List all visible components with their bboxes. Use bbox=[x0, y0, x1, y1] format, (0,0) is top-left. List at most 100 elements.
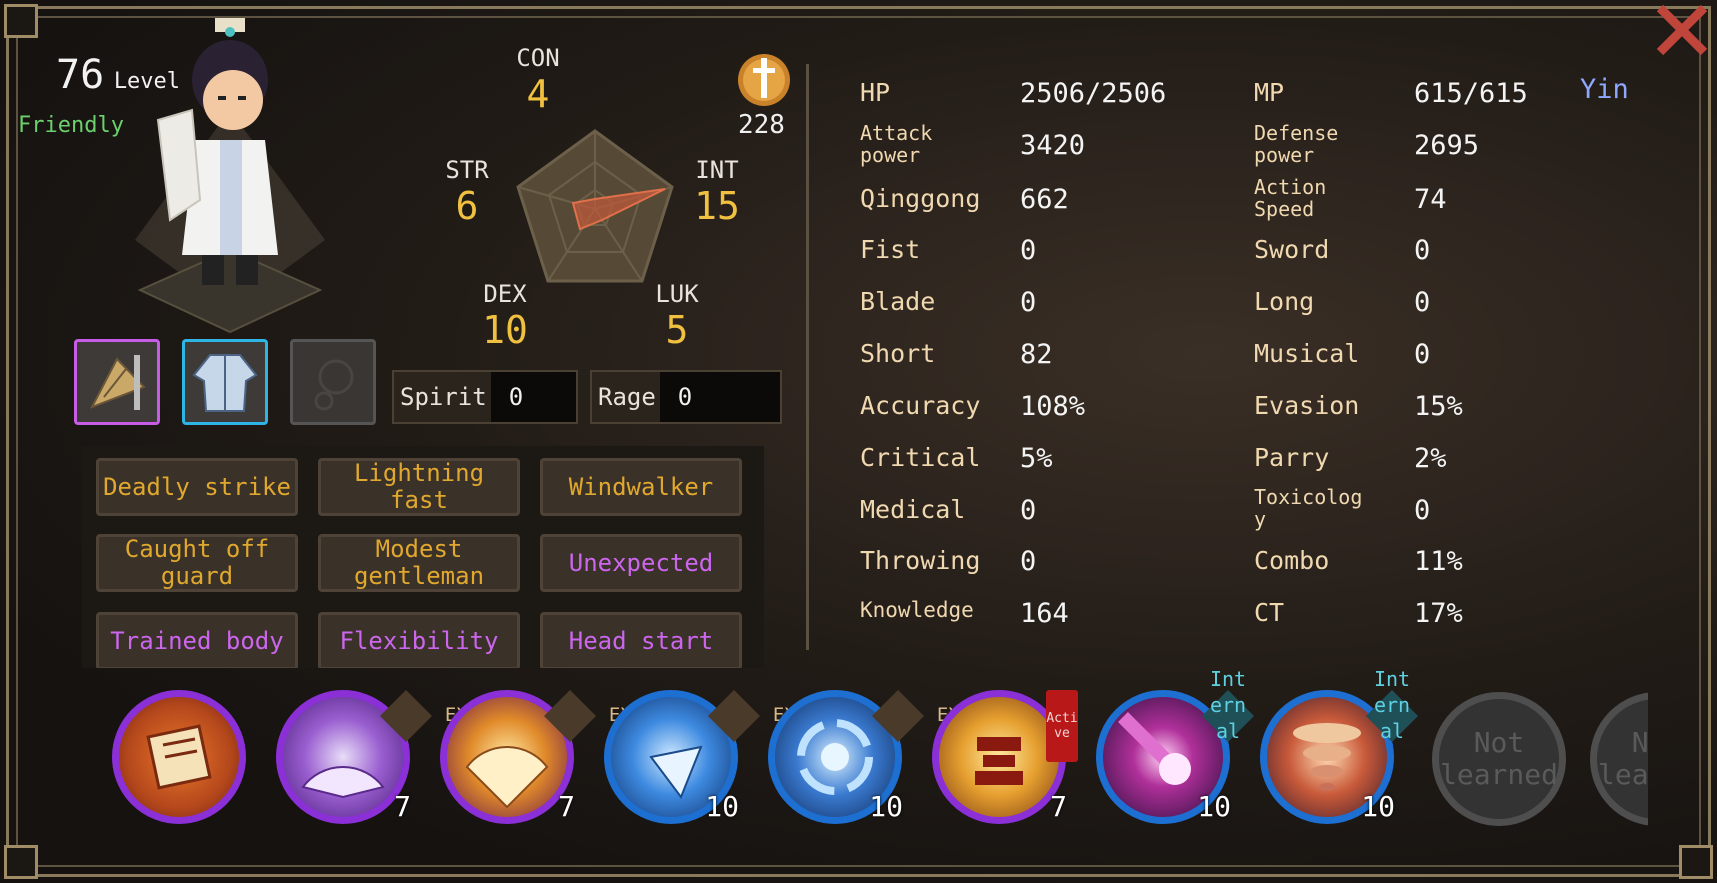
stat-value-fist: 0 bbox=[1020, 235, 1037, 266]
stat-value-throwing: 0 bbox=[1020, 546, 1037, 577]
radar-luk-value: 5 bbox=[665, 308, 689, 352]
stat-label-parry: Parry bbox=[1254, 443, 1330, 472]
trait-windwalker[interactable]: Windwalker bbox=[540, 458, 742, 516]
skill-tag-badge: EXT bbox=[542, 688, 643, 744]
radar-dex: DEX 10 bbox=[460, 280, 550, 352]
stat-value-combo: 11% bbox=[1414, 546, 1463, 577]
stat-value-hp: 2506/2506 bbox=[1020, 78, 1167, 109]
trait-deadly-strike[interactable]: Deadly strike bbox=[96, 458, 298, 516]
trait-lightning-fast[interactable]: Lightning fast bbox=[318, 458, 520, 516]
stat-value-ct: 17% bbox=[1414, 598, 1463, 629]
radar-con-value: 4 bbox=[526, 72, 550, 116]
stat-value-medical: 0 bbox=[1020, 495, 1037, 526]
stat-label-throwing: Throwing bbox=[860, 546, 981, 575]
spirit-value: 0 bbox=[490, 372, 576, 422]
skill-not-learned-label: Not learned bbox=[1597, 726, 1648, 791]
skill-slot-1[interactable] bbox=[112, 690, 246, 824]
stat-label-evasion: Evasion bbox=[1254, 391, 1360, 420]
empty-accessory-icon bbox=[314, 359, 354, 411]
skill-level: 10 bbox=[1361, 790, 1395, 823]
stat-label-critical: Critical bbox=[860, 443, 981, 472]
stat-label-defense-power: Defense power bbox=[1254, 121, 1339, 167]
stat-label-attack-power: Attack power bbox=[860, 121, 933, 167]
sword-emblem-icon[interactable] bbox=[736, 52, 792, 108]
trait-flexibility[interactable]: Flexibility bbox=[318, 612, 520, 668]
trait-head-start[interactable]: Head start bbox=[540, 612, 742, 668]
skill-tag-label: Internal bbox=[1373, 667, 1411, 743]
corner-ornament bbox=[4, 845, 38, 879]
radar-str-value: 6 bbox=[455, 184, 479, 228]
stat-label-fist: Fist bbox=[860, 235, 921, 264]
stat-label-knowledge: Knowledge bbox=[860, 598, 974, 622]
skill-level: 10 bbox=[705, 790, 739, 823]
stat-label-ct: CT bbox=[1254, 598, 1285, 627]
radar-dex-value: 10 bbox=[482, 308, 528, 352]
stat-value-long: 0 bbox=[1414, 287, 1431, 318]
stat-value-attack-power: 3420 bbox=[1020, 130, 1086, 161]
spirit-box: Spirit 0 bbox=[392, 370, 578, 424]
alignment-label: Yin bbox=[1580, 74, 1629, 105]
stat-value-short: 82 bbox=[1020, 339, 1053, 370]
stat-label-accuracy: Accuracy bbox=[860, 391, 981, 420]
radar-int-label: INT bbox=[695, 156, 739, 184]
stat-value-toxicology: 0 bbox=[1414, 495, 1431, 526]
corner-ornament bbox=[1679, 845, 1713, 879]
corner-ornament bbox=[4, 4, 38, 38]
radar-int-value: 15 bbox=[694, 184, 740, 228]
stat-label-toxicology: Toxicology bbox=[1254, 485, 1363, 531]
close-button[interactable] bbox=[1652, 0, 1712, 60]
skill-tag-badge: EXT bbox=[378, 688, 479, 744]
skill-slot-10[interactable]: Not learned bbox=[1590, 692, 1648, 826]
trait-caught-off-guard[interactable]: Caught off guard bbox=[96, 534, 298, 592]
close-icon bbox=[1656, 4, 1708, 56]
rage-value: 0 bbox=[659, 372, 780, 422]
attribute-radar-chart bbox=[516, 129, 674, 283]
skill-level: 7 bbox=[394, 790, 411, 823]
scroll-skill-icon bbox=[146, 724, 212, 790]
radar-con-label: CON bbox=[516, 44, 560, 72]
stat-label-sword: Sword bbox=[1254, 235, 1330, 264]
character-portrait bbox=[130, 10, 330, 340]
panel-divider bbox=[806, 64, 809, 650]
stat-label-combo: Combo bbox=[1254, 546, 1330, 575]
equipment-slot-weapon[interactable] bbox=[74, 339, 160, 425]
level-value: 76 bbox=[56, 52, 105, 98]
skill-active-tag: Active bbox=[1046, 690, 1078, 762]
skill-not-learned-label: Not learned bbox=[1439, 726, 1558, 791]
skill-level: 10 bbox=[1197, 790, 1231, 823]
stat-value-qinggong: 662 bbox=[1020, 184, 1069, 215]
stat-label-musical: Musical bbox=[1254, 339, 1360, 368]
trait-modest-gentleman[interactable]: Modest gentleman bbox=[318, 534, 520, 592]
stat-label-short: Short bbox=[860, 339, 936, 368]
skill-tag-badge: EXT bbox=[870, 688, 971, 744]
skill-level: 7 bbox=[558, 790, 575, 823]
trait-unexpected[interactable]: Unexpected bbox=[540, 534, 742, 592]
skill-level: 7 bbox=[1050, 790, 1067, 823]
equipment-slot-accessory[interactable] bbox=[290, 339, 376, 425]
stat-value-accuracy: 108% bbox=[1020, 391, 1086, 422]
equipment-slot-armor[interactable] bbox=[182, 339, 268, 425]
skill-slot-9[interactable]: Not learned bbox=[1432, 692, 1566, 826]
stat-value-parry: 2% bbox=[1414, 443, 1447, 474]
traits-panel: Deadly strike Lightning fast Windwalker … bbox=[82, 446, 764, 668]
stat-value-evasion: 15% bbox=[1414, 391, 1463, 422]
skill-tag-badge: EXT bbox=[706, 688, 807, 744]
stat-value-critical: 5% bbox=[1020, 443, 1053, 474]
radar-str-label: STR bbox=[445, 156, 489, 184]
stat-label-mp: MP bbox=[1254, 78, 1285, 107]
skill-level: 10 bbox=[869, 790, 903, 823]
stat-label-hp: HP bbox=[860, 78, 891, 107]
radar-int: INT 15 bbox=[672, 156, 762, 228]
stat-value-musical: 0 bbox=[1414, 339, 1431, 370]
stat-value-blade: 0 bbox=[1020, 287, 1037, 318]
skill-tag-label: Internal bbox=[1209, 667, 1247, 743]
stat-value-mp: 615/615 bbox=[1414, 78, 1528, 109]
stat-value-sword: 0 bbox=[1414, 235, 1431, 266]
trait-trained-body[interactable]: Trained body bbox=[96, 612, 298, 668]
stat-value-defense-power: 2695 bbox=[1414, 130, 1480, 161]
fan-weapon-icon bbox=[89, 355, 146, 410]
pagoda-skill-icon bbox=[975, 737, 1023, 785]
robe-armor-icon bbox=[192, 354, 258, 412]
rage-box: Rage 0 bbox=[590, 370, 782, 424]
spirit-label: Spirit bbox=[400, 383, 487, 411]
